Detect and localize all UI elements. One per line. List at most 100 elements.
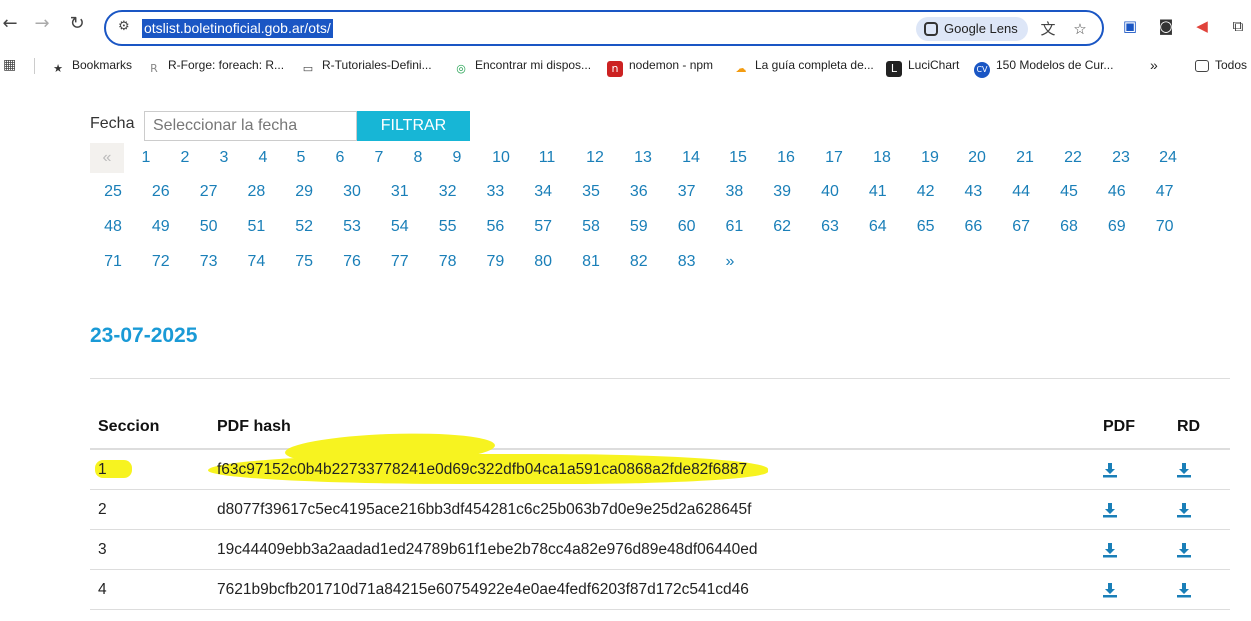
pagination-page-72[interactable]: 72 <box>143 247 179 277</box>
megaphone-extension-icon[interactable]: ◀ <box>1192 16 1212 36</box>
bookmarks-overflow-button[interactable]: » <box>1150 56 1158 74</box>
pagination-page-56[interactable]: 56 <box>477 212 513 242</box>
pagination-page-48[interactable]: 48 <box>95 212 131 242</box>
forward-arrow-icon[interactable]: → <box>32 14 52 34</box>
pagination-page-2[interactable]: 2 <box>167 143 203 173</box>
bookmark-item[interactable]: CV 150 Modelos de Cur... <box>974 56 1113 78</box>
pagination-page-64[interactable]: 64 <box>860 212 896 242</box>
pagination-page-13[interactable]: 13 <box>625 143 661 173</box>
fecha-date-input[interactable] <box>144 111 357 141</box>
pagination-prev-button[interactable]: « <box>90 143 124 173</box>
pagination-page-67[interactable]: 67 <box>1003 212 1039 242</box>
pagination-page-29[interactable]: 29 <box>286 177 322 207</box>
address-bar[interactable]: ⚙ otslist.boletinoficial.gob.ar/ots/ Goo… <box>104 10 1104 46</box>
pagination-page-66[interactable]: 66 <box>955 212 991 242</box>
pagination-page-39[interactable]: 39 <box>764 177 800 207</box>
pagination-page-6[interactable]: 6 <box>322 143 358 173</box>
pagination-page-46[interactable]: 46 <box>1099 177 1135 207</box>
rd-download-icon[interactable] <box>1176 542 1192 558</box>
pagination-page-34[interactable]: 34 <box>525 177 561 207</box>
translate-icon[interactable]: 文 <box>1036 17 1060 41</box>
pagination-page-59[interactable]: 59 <box>621 212 657 242</box>
pagination-page-55[interactable]: 55 <box>430 212 466 242</box>
pagination-page-10[interactable]: 10 <box>483 143 519 173</box>
bookmark-item[interactable]: ◎ Encontrar mi dispos... <box>453 56 591 75</box>
rd-download-icon[interactable] <box>1176 582 1192 598</box>
pagination-page-57[interactable]: 57 <box>525 212 561 242</box>
pagination-page-19[interactable]: 19 <box>912 143 948 173</box>
pagination-page-73[interactable]: 73 <box>191 247 227 277</box>
pagination-next-button[interactable]: » <box>712 247 748 277</box>
pagination-page-74[interactable]: 74 <box>238 247 274 277</box>
pagination-page-44[interactable]: 44 <box>1003 177 1039 207</box>
pagination-page-27[interactable]: 27 <box>191 177 227 207</box>
pagination-page-30[interactable]: 30 <box>334 177 370 207</box>
pagination-page-25[interactable]: 25 <box>95 177 131 207</box>
pagination-page-20[interactable]: 20 <box>959 143 995 173</box>
url-text[interactable]: otslist.boletinoficial.gob.ar/ots/ <box>142 19 333 38</box>
pagination-page-60[interactable]: 60 <box>669 212 705 242</box>
pagination-page-50[interactable]: 50 <box>191 212 227 242</box>
pagination-page-18[interactable]: 18 <box>864 143 900 173</box>
google-lens-button[interactable]: Google Lens <box>916 17 1028 41</box>
pagination-page-43[interactable]: 43 <box>955 177 991 207</box>
pagination-page-83[interactable]: 83 <box>669 247 705 277</box>
pagination-page-21[interactable]: 21 <box>1007 143 1043 173</box>
pagination-page-36[interactable]: 36 <box>621 177 657 207</box>
bookmark-star-icon[interactable]: ☆ <box>1068 17 1092 41</box>
pagination-page-11[interactable]: 11 <box>529 143 565 173</box>
pagination-page-54[interactable]: 54 <box>382 212 418 242</box>
rd-download-icon[interactable] <box>1176 502 1192 518</box>
pagination-page-76[interactable]: 76 <box>334 247 370 277</box>
pagination-page-75[interactable]: 75 <box>286 247 322 277</box>
pagination-page-63[interactable]: 63 <box>812 212 848 242</box>
bookmark-item[interactable]: n nodemon - npm <box>607 56 713 77</box>
camera-extension-icon[interactable]: ◙ <box>1156 16 1176 36</box>
pagination-page-77[interactable]: 77 <box>382 247 418 277</box>
pagination-page-61[interactable]: 61 <box>716 212 752 242</box>
pagination-page-41[interactable]: 41 <box>860 177 896 207</box>
pagination-page-68[interactable]: 68 <box>1051 212 1087 242</box>
pagination-page-69[interactable]: 69 <box>1099 212 1135 242</box>
pagination-page-70[interactable]: 70 <box>1147 212 1183 242</box>
bookmark-item[interactable]: L LuciChart <box>886 56 959 77</box>
pagination-page-78[interactable]: 78 <box>430 247 466 277</box>
pdf-download-icon[interactable] <box>1102 582 1118 598</box>
pagination-page-8[interactable]: 8 <box>400 143 436 173</box>
pagination-page-49[interactable]: 49 <box>143 212 179 242</box>
pagination-page-81[interactable]: 81 <box>573 247 609 277</box>
pagination-page-17[interactable]: 17 <box>816 143 852 173</box>
bookmark-item[interactable]: R R-Forge: foreach: R... <box>146 56 284 75</box>
pagination-page-31[interactable]: 31 <box>382 177 418 207</box>
site-settings-icon[interactable]: ⚙ <box>118 19 136 37</box>
pagination-page-52[interactable]: 52 <box>286 212 322 242</box>
bookmark-item[interactable]: ★ Bookmarks <box>50 56 132 75</box>
pagination-page-37[interactable]: 37 <box>669 177 705 207</box>
filtrar-button[interactable]: FILTRAR <box>357 111 470 141</box>
pagination-page-40[interactable]: 40 <box>812 177 848 207</box>
pagination-page-33[interactable]: 33 <box>477 177 513 207</box>
pdf-download-icon[interactable] <box>1102 462 1118 478</box>
pagination-page-14[interactable]: 14 <box>673 143 709 173</box>
apps-grid-icon[interactable]: ▦ <box>3 57 19 73</box>
pagination-page-3[interactable]: 3 <box>206 143 242 173</box>
pagination-page-51[interactable]: 51 <box>238 212 274 242</box>
bookmark-item[interactable]: ☁ La guía completa de... <box>733 56 874 75</box>
bookmark-item[interactable]: ▭ R-Tutoriales-Defini... <box>300 56 432 75</box>
pagination-page-28[interactable]: 28 <box>238 177 274 207</box>
pagination-page-82[interactable]: 82 <box>621 247 657 277</box>
pagination-page-1[interactable]: 1 <box>128 143 164 173</box>
pagination-page-9[interactable]: 9 <box>439 143 475 173</box>
pagination-page-58[interactable]: 58 <box>573 212 609 242</box>
pagination-page-79[interactable]: 79 <box>477 247 513 277</box>
extensions-puzzle-icon[interactable]: ⧉ <box>1228 16 1248 36</box>
reload-icon[interactable]: ↻ <box>67 14 87 34</box>
pagination-page-45[interactable]: 45 <box>1051 177 1087 207</box>
pagination-page-7[interactable]: 7 <box>361 143 397 173</box>
pagination-page-42[interactable]: 42 <box>908 177 944 207</box>
pagination-page-53[interactable]: 53 <box>334 212 370 242</box>
pdf-download-icon[interactable] <box>1102 542 1118 558</box>
pagination-page-80[interactable]: 80 <box>525 247 561 277</box>
pdf-download-icon[interactable] <box>1102 502 1118 518</box>
pagination-page-22[interactable]: 22 <box>1055 143 1091 173</box>
